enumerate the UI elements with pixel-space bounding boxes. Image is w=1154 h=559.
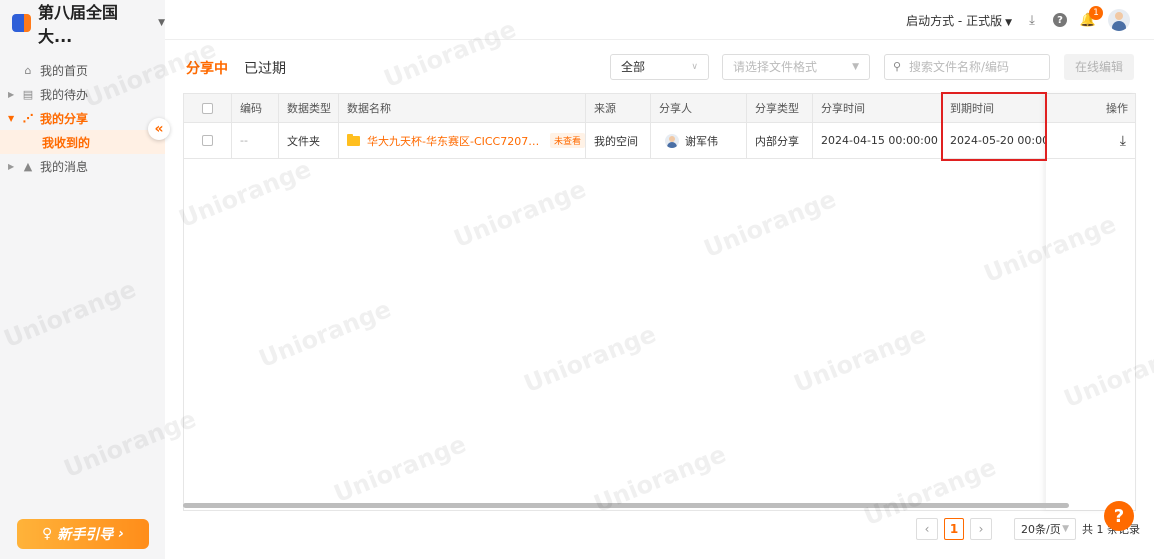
collapse-sidebar-icon[interactable]: «: [148, 118, 170, 140]
app-title: 第八届全国大...: [37, 3, 118, 46]
sidebar-item-home[interactable]: ⌂ 我的首页: [0, 58, 165, 82]
next-page-icon[interactable]: ›: [970, 518, 992, 540]
cell-data-name: 华大九天杯-华东赛区-CICC7207-初... 未查看: [339, 123, 586, 158]
col-share-time: 分享时间: [813, 94, 942, 122]
horizontal-scrollbar[interactable]: [183, 503, 1069, 508]
watermark: Uniorange: [379, 14, 521, 94]
search-placeholder: 搜索文件名称/编码: [909, 60, 1010, 74]
file-format-select[interactable]: 请选择文件格式 ▼: [722, 54, 870, 80]
chevron-right-icon: ›: [118, 526, 125, 542]
header-divider: [165, 39, 1154, 40]
sidebar: 第八届全国大... ▼ ⌂ 我的首页 ▶ ▤ 我的待办 ▼ ⋰ 我的分享 我收到…: [0, 0, 165, 559]
sidebar-item-messages[interactable]: ▶ ▲ 我的消息: [0, 154, 165, 178]
col-code: 编码: [232, 94, 279, 122]
beginner-guide-label: 新手引导: [57, 527, 114, 543]
row-select-cell: [184, 123, 232, 158]
sidebar-item-my-share[interactable]: ▼ ⋰ 我的分享: [0, 106, 165, 130]
caret-down-icon: ▼: [158, 18, 165, 28]
start-mode-label: 启动方式 - 正式版: [906, 13, 1003, 28]
tab-expired[interactable]: 已过期: [244, 58, 286, 78]
cell-share-time: 2024-04-15 00:00:00: [813, 123, 942, 158]
col-share-type: 分享类型: [747, 94, 813, 122]
col-sharer: 分享人: [651, 94, 747, 122]
caret-down-icon: ▼: [1005, 17, 1012, 28]
file-format-placeholder: 请选择文件格式: [733, 60, 818, 74]
tab-sharing[interactable]: 分享中: [186, 58, 228, 78]
cell-code: --: [232, 123, 279, 158]
sidebar-subitem-received[interactable]: 我收到的: [0, 130, 165, 154]
clipboard-icon: ▤: [22, 87, 34, 101]
start-mode-selector[interactable]: 启动方式 - 正式版 ▼: [906, 12, 1012, 29]
col-source: 来源: [586, 94, 651, 122]
page-size-select[interactable]: 20条/页 ▼: [1014, 518, 1076, 540]
sidebar-nav: ⌂ 我的首页 ▶ ▤ 我的待办 ▼ ⋰ 我的分享 我收到的 ▶ ▲ 我的消息: [0, 58, 165, 178]
lightbulb-icon: ♀: [41, 526, 53, 542]
caret-down-icon: ▼: [852, 62, 859, 72]
download-tray-icon[interactable]: ⤓: [1024, 12, 1040, 28]
notification-bell-icon[interactable]: 🔔 1: [1080, 6, 1103, 28]
expand-arrow-icon: ▶: [8, 161, 15, 171]
data-name-link[interactable]: 华大九天杯-华东赛区-CICC7207-初...: [367, 133, 542, 149]
current-page[interactable]: 1: [944, 518, 964, 540]
sidebar-item-label: 我的待办: [40, 87, 89, 102]
app-logo-icon: [12, 14, 31, 32]
caret-down-icon: ▼: [1062, 524, 1069, 534]
folder-icon: [347, 133, 360, 146]
beginner-guide-button[interactable]: ♀ 新手引导 ›: [17, 519, 149, 549]
cell-source: 我的空间: [586, 123, 651, 158]
sidebar-item-label: 我的首页: [40, 63, 89, 78]
prev-page-icon[interactable]: ‹: [916, 518, 938, 540]
actions-column-shadow: [1046, 94, 1136, 510]
chevron-down-icon: ∨: [691, 62, 698, 72]
notification-badge: 1: [1089, 6, 1103, 20]
row-checkbox[interactable]: [202, 135, 213, 146]
share-tabs: 分享中 已过期: [186, 58, 286, 78]
cell-sharer: 谢军伟: [651, 123, 747, 158]
online-edit-button[interactable]: 在线编辑: [1064, 54, 1134, 80]
search-icon: ⚲: [893, 60, 902, 73]
app-switcher[interactable]: 第八届全国大... ▼: [12, 3, 165, 46]
unread-badge: 未查看: [549, 133, 585, 148]
bell-icon: ▲: [23, 159, 33, 173]
select-all-checkbox[interactable]: [202, 102, 213, 114]
category-select[interactable]: 全部 ∨: [610, 54, 709, 80]
search-input[interactable]: ⚲ 搜索文件名称/编码: [884, 54, 1050, 80]
sharer-name: 谢军伟: [685, 134, 718, 148]
page-size-label: 20条/页: [1021, 523, 1061, 536]
top-bar: 启动方式 - 正式版 ▼ ⤓ ? 🔔 1: [906, 6, 1130, 32]
select-all-cell: [184, 94, 232, 122]
category-select-value: 全部: [621, 60, 646, 74]
sidebar-item-todo[interactable]: ▶ ▤ 我的待办: [0, 82, 165, 106]
floating-help-icon[interactable]: ?: [1104, 501, 1134, 531]
share-icon: ⋰: [22, 111, 34, 125]
col-data-type: 数据类型: [279, 94, 339, 122]
sidebar-item-label: 我的分享: [40, 111, 89, 126]
sidebar-item-label: 我的消息: [40, 159, 89, 174]
collapse-arrow-icon: ▼: [8, 113, 15, 123]
sharer-avatar: [665, 133, 679, 148]
home-icon: ⌂: [24, 63, 32, 77]
cell-data-type: 文件夹: [279, 123, 339, 158]
expire-time-highlight: [941, 92, 1047, 161]
expand-arrow-icon: ▶: [8, 89, 15, 99]
col-data-name: 数据名称: [339, 94, 586, 122]
help-icon[interactable]: ?: [1052, 12, 1068, 28]
cell-share-type: 内部分享: [747, 123, 813, 158]
user-avatar[interactable]: [1108, 9, 1130, 31]
